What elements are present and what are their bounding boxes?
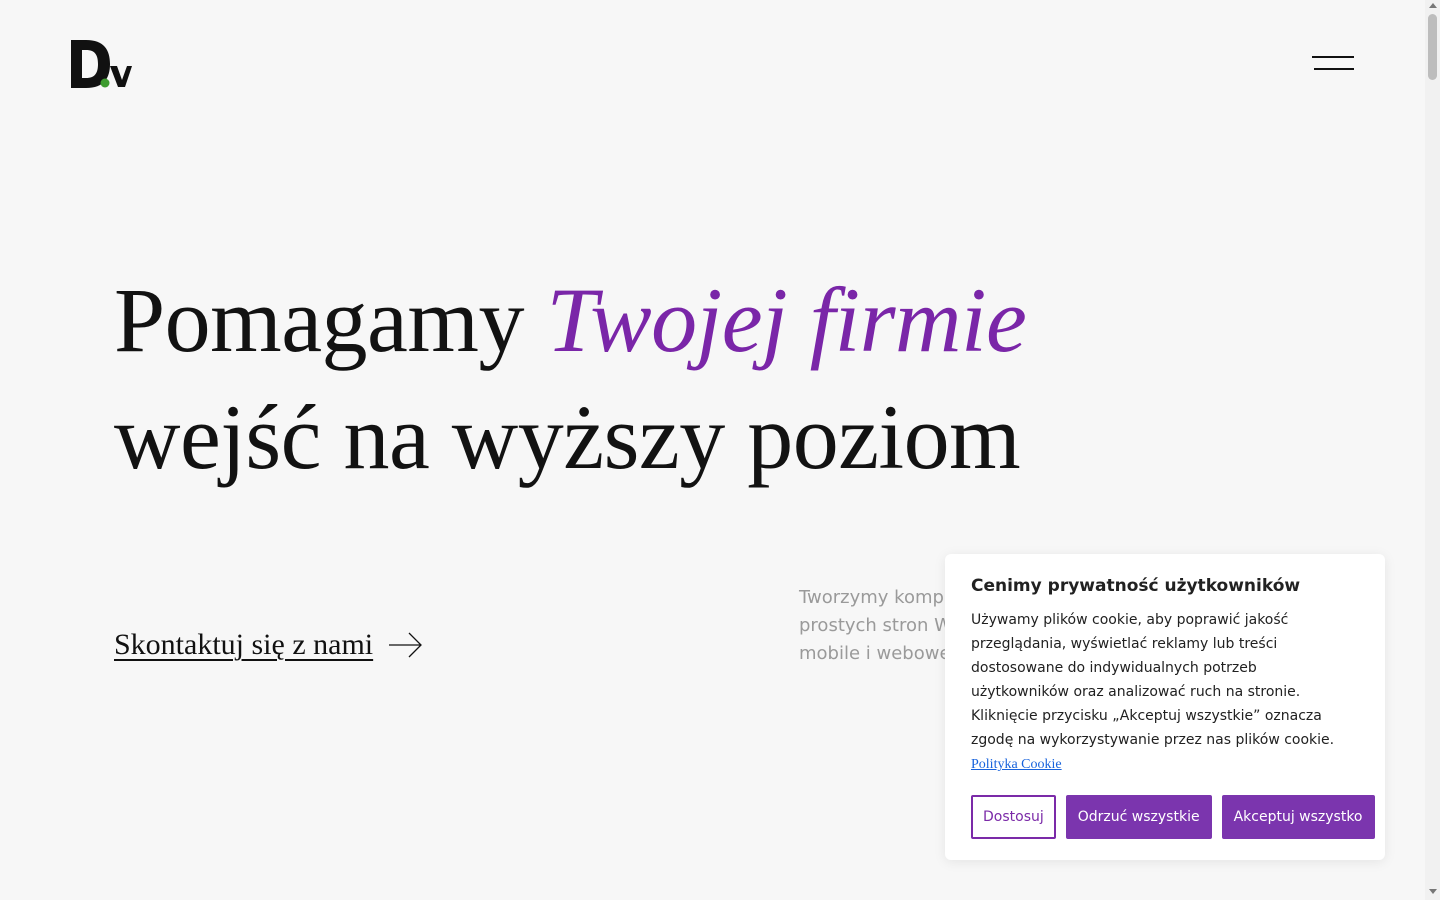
- cookie-banner-text: Używamy plików cookie, aby poprawić jako…: [971, 612, 1335, 748]
- scroll-down-icon[interactable]: [1429, 889, 1437, 894]
- contact-link-label: Skontaktuj się z nami: [114, 628, 374, 661]
- hero-heading-part1: Pomagamy: [114, 269, 547, 371]
- reject-all-button[interactable]: Odrzuć wszystkie: [1065, 795, 1212, 839]
- cookie-consent-banner: Cenimy prywatność użytkowników Używamy p…: [945, 554, 1385, 860]
- scrollbar-thumb[interactable]: [1428, 14, 1437, 80]
- cookie-banner-title: Cenimy prywatność użytkowników: [971, 576, 1301, 596]
- logo-dot-icon: [100, 78, 110, 88]
- accept-all-button[interactable]: Akceptuj wszystko: [1221, 795, 1375, 839]
- customize-button[interactable]: Dostosuj: [971, 795, 1056, 839]
- page-scrollbar[interactable]: [1425, 0, 1440, 900]
- hero-heading-accent: Twojej firmie: [546, 269, 1027, 371]
- scroll-up-icon[interactable]: [1429, 3, 1437, 8]
- arrow-right-icon: [389, 632, 423, 658]
- intro-line-3: mobile i webowe: [799, 643, 951, 664]
- dv-logo[interactable]: [70, 40, 132, 88]
- hero-heading-part2: wejść na wyższy poziom: [114, 386, 1021, 488]
- cookie-buttons: Dostosuj Odrzuć wszystkie Akceptuj wszys…: [971, 795, 1375, 839]
- menu-button[interactable]: [1312, 56, 1356, 72]
- hamburger-icon-line: [1312, 56, 1354, 58]
- hero-heading: Pomagamy Twojej firmie wejść na wyższy p…: [114, 262, 1027, 496]
- cookie-banner-body: Używamy plików cookie, aby poprawić jako…: [971, 608, 1359, 777]
- hamburger-icon-line: [1314, 68, 1354, 70]
- cookie-policy-link[interactable]: Polityka Cookie: [971, 757, 1062, 772]
- intro-line-2: prostych stron W: [799, 615, 952, 636]
- intro-line-1: Tworzymy komp: [799, 587, 944, 608]
- contact-link[interactable]: Skontaktuj się z nami: [114, 628, 423, 662]
